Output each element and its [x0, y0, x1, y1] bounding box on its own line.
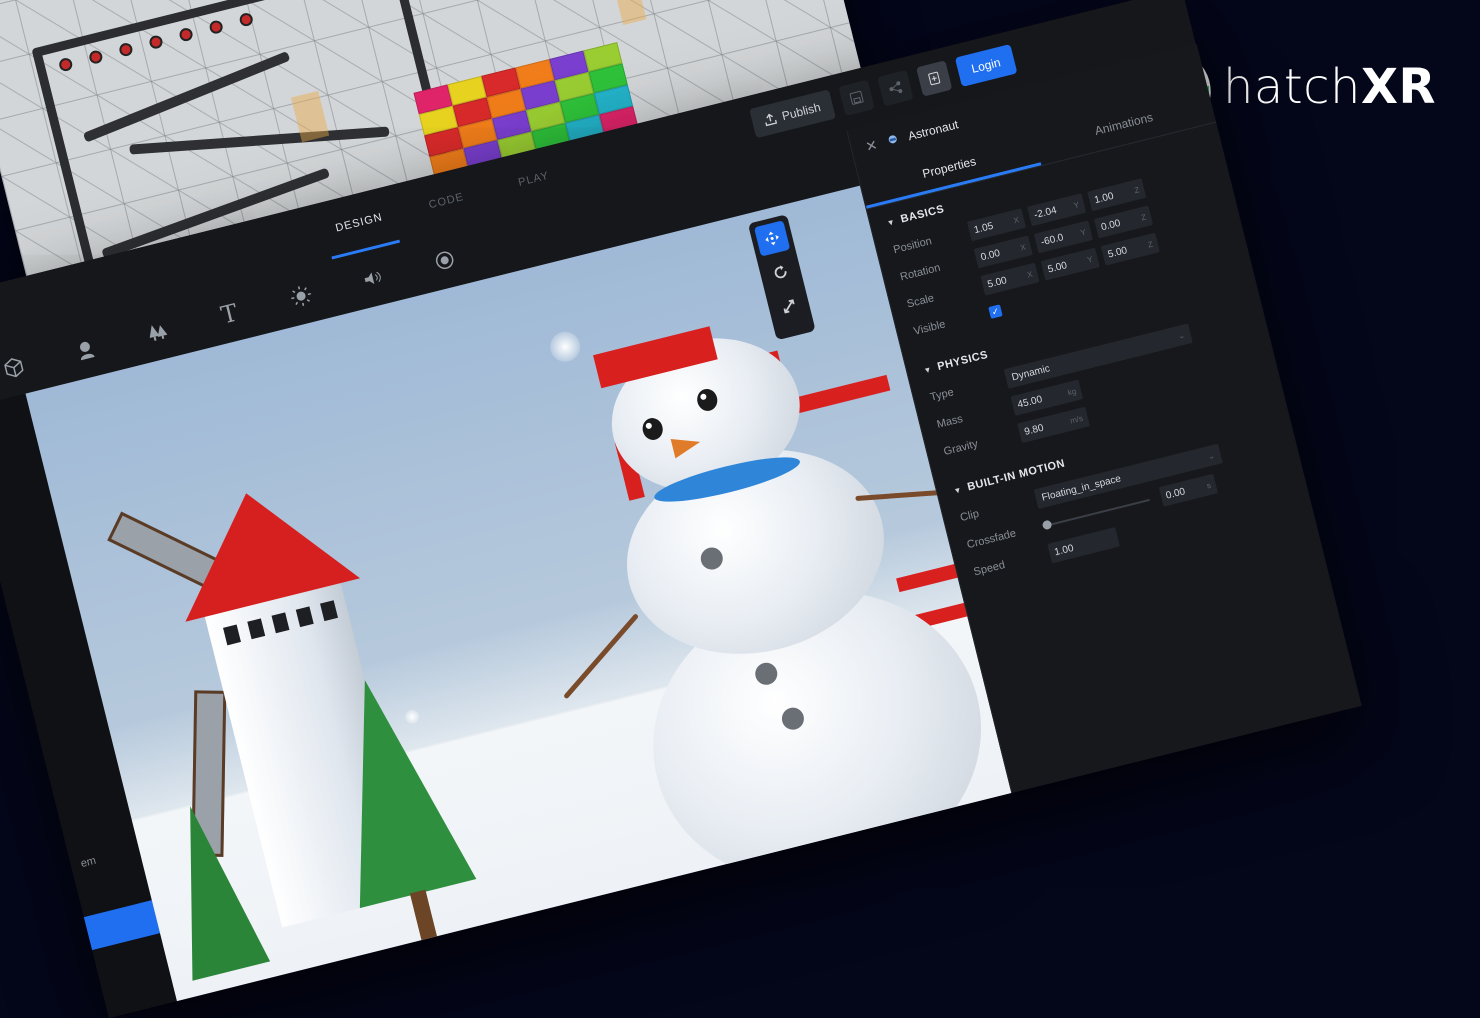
- cube-icon[interactable]: [0, 352, 30, 384]
- rotation-y-value: -60.0: [1039, 231, 1065, 248]
- trees-icon[interactable]: [142, 316, 174, 348]
- sound-icon[interactable]: [357, 262, 389, 294]
- login-button[interactable]: Login: [954, 44, 1018, 88]
- chevron-down-icon: ⌄: [1207, 450, 1216, 461]
- light-icon[interactable]: [285, 280, 317, 312]
- upload-icon: [765, 113, 778, 127]
- physics-type-value: Dynamic: [1010, 362, 1051, 383]
- peg: [238, 11, 255, 28]
- visible-checkbox[interactable]: ✓: [988, 304, 1003, 319]
- axis-y-label: Y: [1072, 199, 1081, 210]
- add-file-button[interactable]: [915, 60, 953, 97]
- scale-tool-button[interactable]: [771, 288, 807, 324]
- scale-z-value: 5.00: [1106, 244, 1129, 261]
- snowman-arm: [563, 613, 640, 700]
- axis-x-label: X: [1019, 241, 1027, 253]
- peg: [148, 34, 164, 50]
- tree-trunk: [409, 889, 440, 952]
- rotation-x-value: 0.00: [979, 247, 1002, 263]
- side-panel-action[interactable]: [83, 900, 161, 951]
- speed-value: 1.00: [1053, 542, 1075, 558]
- save-button[interactable]: [838, 79, 875, 117]
- caret-down-icon: ▼: [952, 484, 963, 496]
- peg: [118, 41, 134, 58]
- share-icon: [889, 81, 902, 94]
- share-button[interactable]: [876, 70, 914, 107]
- ghost-block: [596, 0, 647, 26]
- text-icon-glyph: T: [218, 298, 241, 330]
- scale-icon: [783, 299, 795, 314]
- pine-tree: [151, 796, 271, 981]
- mass-value: 45.00: [1016, 393, 1044, 411]
- axis-z-label: Z: [1133, 184, 1141, 195]
- gravity-value: 9.80: [1023, 422, 1045, 438]
- close-icon[interactable]: ✕: [864, 136, 879, 155]
- axis-x-label: X: [1026, 269, 1034, 280]
- rotation-z-value: 0.00: [1099, 217, 1122, 233]
- position-x-value: 1.05: [972, 220, 995, 236]
- peg-row: [57, 11, 255, 73]
- peg: [87, 49, 104, 65]
- astronaut-icon: [888, 135, 897, 144]
- object-name: Astronaut: [906, 117, 960, 144]
- axis-z-label: Z: [1140, 212, 1147, 222]
- rail: [82, 50, 291, 143]
- crossfade-value: 0.00: [1164, 485, 1187, 502]
- mass-unit: kg: [1066, 386, 1078, 397]
- scale-y-value: 5.00: [1046, 259, 1069, 275]
- scale-x-value: 5.00: [986, 274, 1008, 290]
- publish-label: Publish: [780, 100, 823, 124]
- text-icon[interactable]: T: [214, 298, 246, 330]
- basics-title: BASICS: [899, 203, 946, 226]
- axis-z-label: Z: [1146, 239, 1154, 250]
- move-icon: [765, 231, 779, 246]
- peg: [208, 19, 225, 35]
- gravity-unit: m/s: [1069, 413, 1084, 426]
- rotate-icon: [774, 265, 787, 279]
- axis-y-label: Y: [1086, 254, 1094, 265]
- rotate-tool-button[interactable]: [762, 254, 798, 290]
- chevron-down-icon: ⌄: [1177, 330, 1186, 341]
- move-tool-button[interactable]: [753, 220, 791, 257]
- position-y-value: -2.04: [1032, 204, 1058, 221]
- position-z-value: 1.00: [1093, 190, 1115, 206]
- save-icon: [849, 90, 864, 105]
- caret-down-icon: ▼: [922, 364, 933, 376]
- add-file-icon: [927, 71, 940, 86]
- axis-y-label: Y: [1079, 226, 1087, 238]
- peg: [57, 56, 74, 73]
- light-orb: [546, 328, 584, 365]
- peg: [178, 26, 194, 43]
- caret-down-icon: ▼: [885, 216, 897, 228]
- publish-button[interactable]: Publish: [749, 89, 836, 139]
- record-icon[interactable]: [429, 245, 461, 277]
- avatar-icon[interactable]: [70, 334, 102, 366]
- rail: [129, 126, 390, 155]
- crossfade-unit: s: [1205, 480, 1212, 490]
- axis-x-label: X: [1012, 214, 1020, 225]
- physics-title: PHYSICS: [936, 348, 990, 374]
- brand-name: hatchXR: [1223, 59, 1436, 115]
